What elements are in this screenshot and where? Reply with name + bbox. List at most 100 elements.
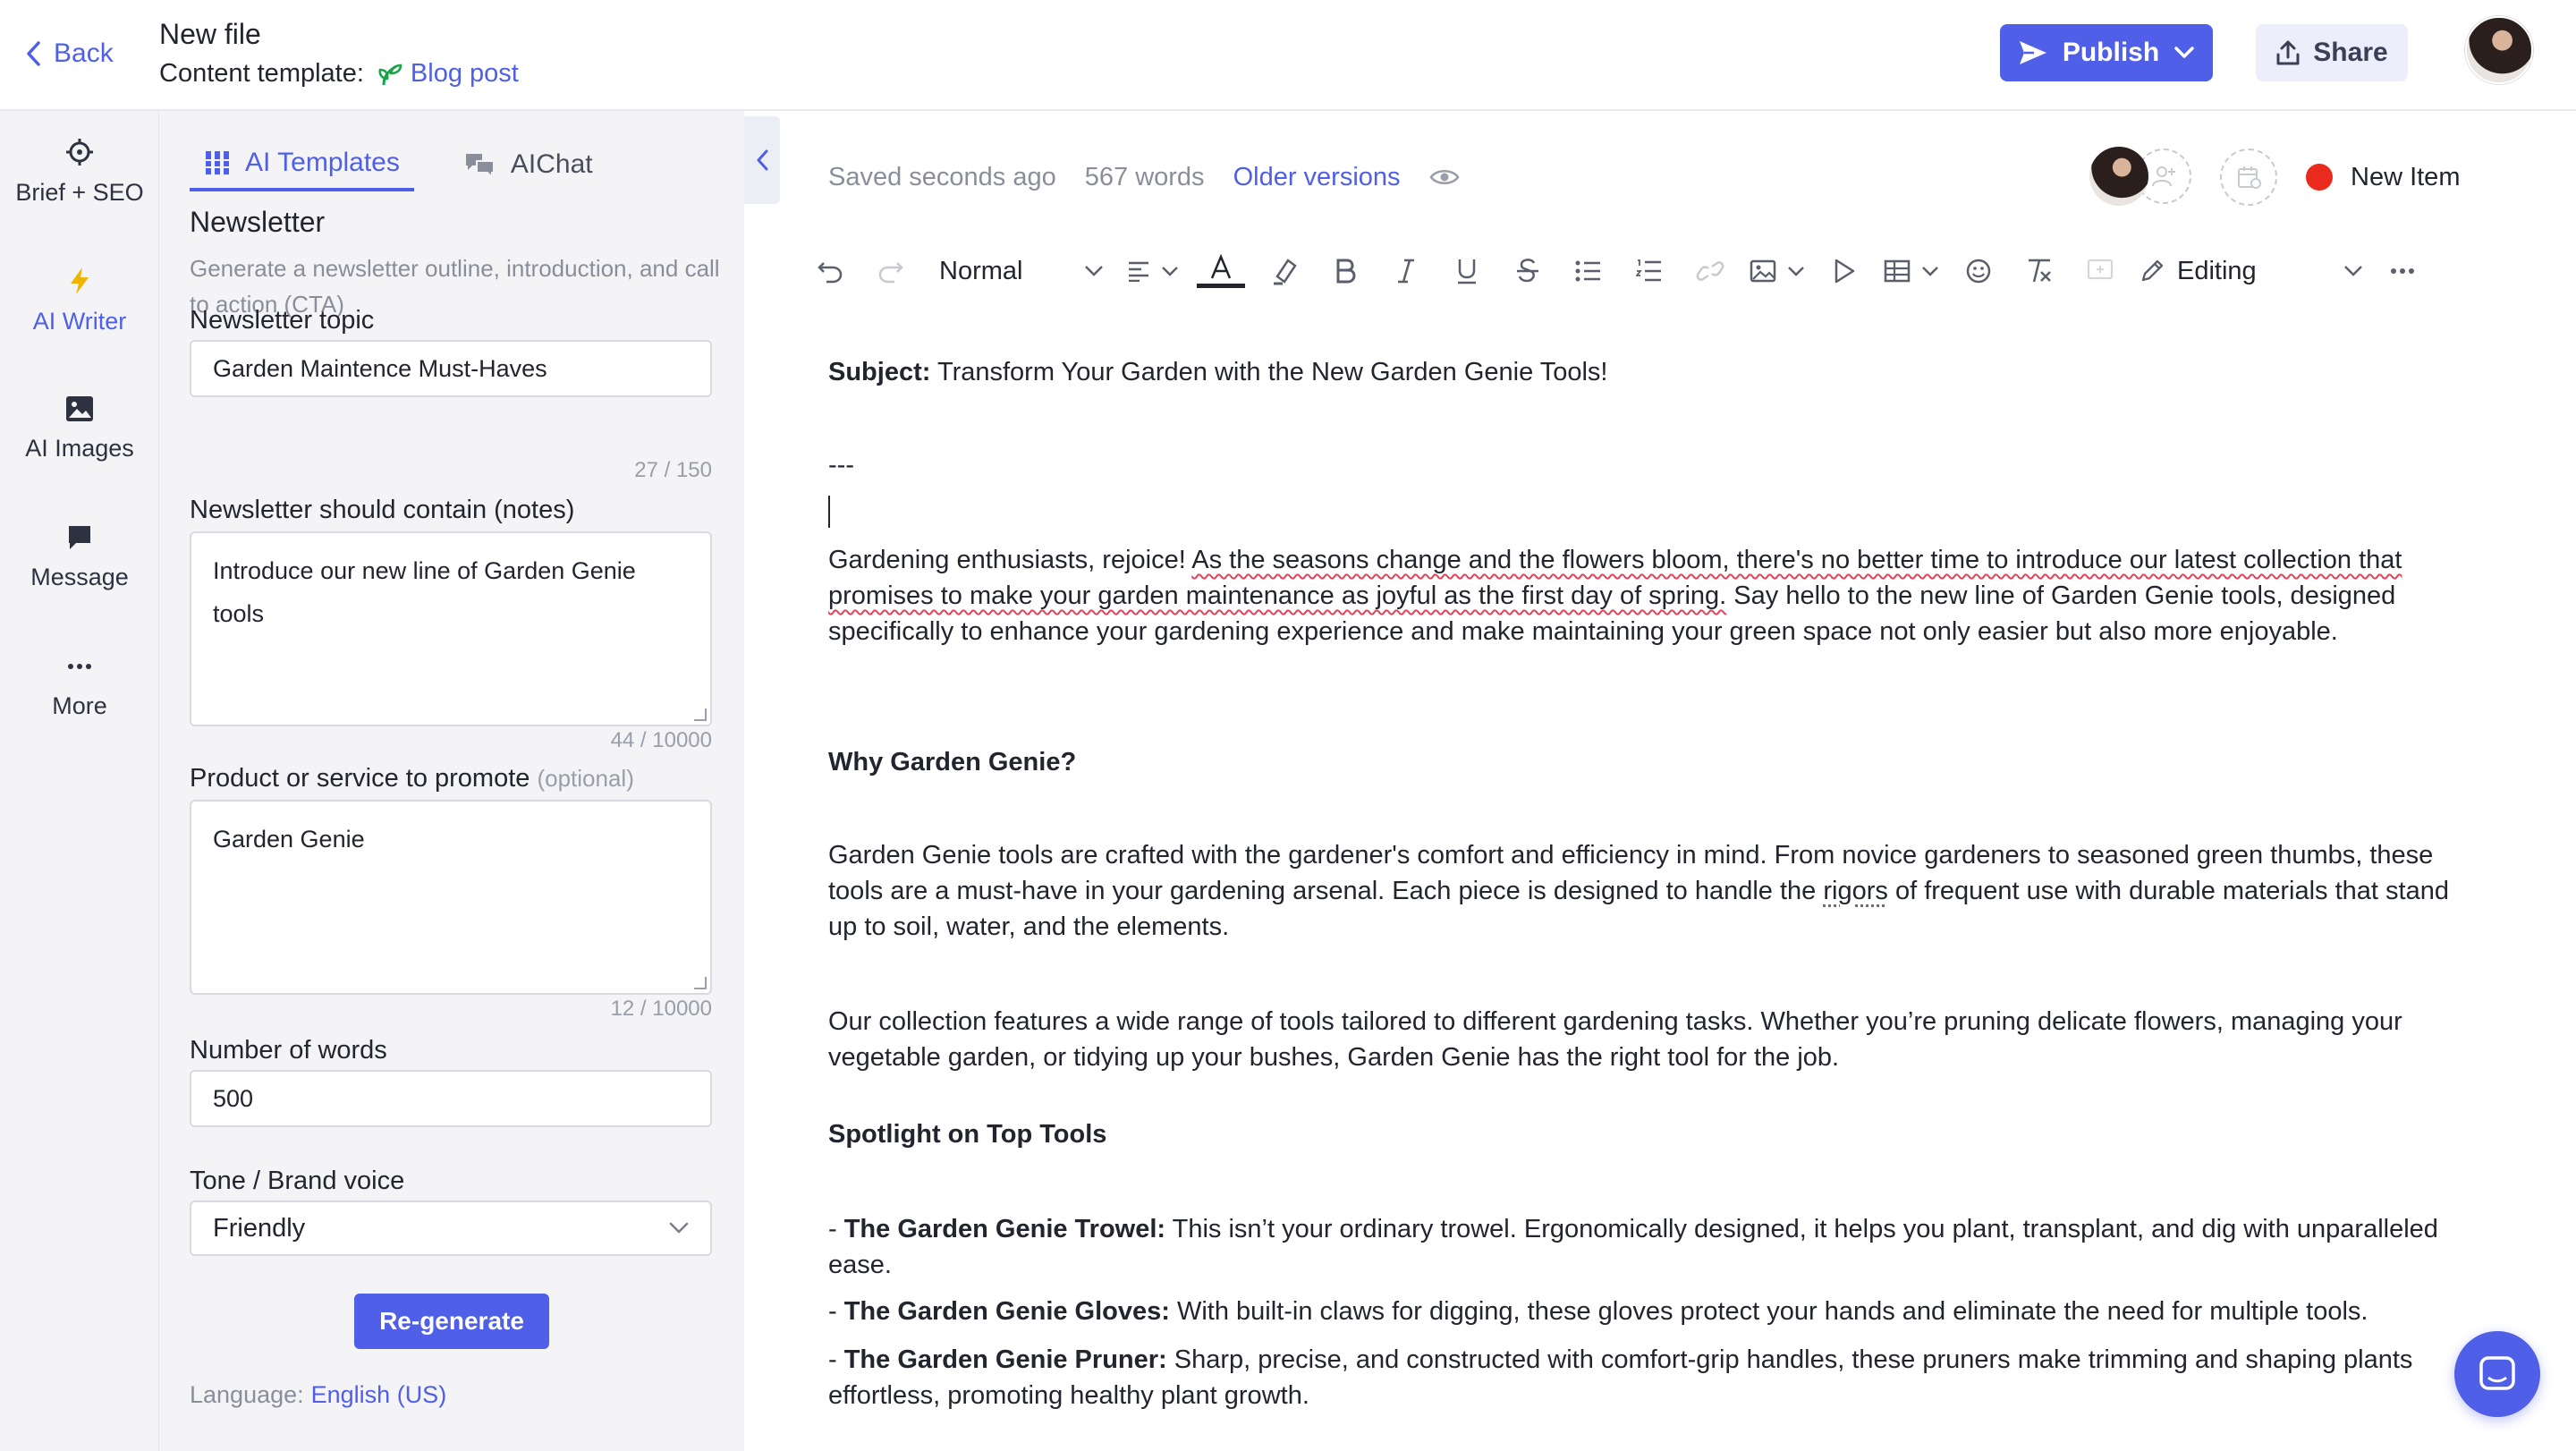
undo-button[interactable] bbox=[809, 246, 852, 296]
number-of-words-input[interactable]: 500 bbox=[190, 1070, 712, 1127]
resize-grip-icon[interactable] bbox=[694, 709, 707, 721]
text-style-value: Normal bbox=[939, 256, 1023, 285]
product-counter: 12 / 10000 bbox=[610, 997, 712, 1021]
template-link[interactable]: Blog post bbox=[377, 59, 519, 89]
top-bar: Back New file Content template: Blog pos… bbox=[0, 0, 2576, 111]
template-heading: Newsletter bbox=[190, 206, 326, 238]
new-item-status[interactable]: New Item bbox=[2306, 157, 2460, 197]
notes-value: Introduce our new line of Garden Genie t… bbox=[213, 557, 636, 627]
publish-button[interactable]: Publish bbox=[2000, 24, 2213, 81]
resize-grip-icon[interactable] bbox=[694, 977, 707, 989]
more-dots-icon bbox=[2390, 267, 2415, 275]
share-label: Share bbox=[2313, 38, 2388, 67]
product-textarea[interactable]: Garden Genie bbox=[190, 800, 712, 995]
tool-prefix: - bbox=[828, 1215, 844, 1243]
back-label: Back bbox=[54, 38, 114, 68]
list-item: - The Garden Genie Trowel: This isn’t yo… bbox=[828, 1211, 2456, 1283]
tone-select[interactable]: Friendly bbox=[190, 1201, 712, 1256]
newsletter-notes-textarea[interactable]: Introduce our new line of Garden Genie t… bbox=[190, 531, 712, 726]
topic-label: Newsletter topic bbox=[190, 306, 375, 335]
bullet-list-icon bbox=[1575, 259, 1602, 283]
more-options-button[interactable] bbox=[2381, 246, 2424, 296]
tab-ai-templates-label: AI Templates bbox=[245, 148, 400, 177]
product-label-text: Product or service to promote bbox=[190, 764, 530, 793]
rail-item-ai-images[interactable]: AI Images bbox=[0, 395, 159, 494]
underline-button[interactable] bbox=[1445, 246, 1488, 296]
editor-status-row: Saved seconds ago 567 words Older versio… bbox=[828, 157, 1460, 197]
editing-mode-select[interactable]: Editing bbox=[2140, 246, 2363, 296]
eye-icon[interactable] bbox=[1429, 166, 1460, 188]
tool-name: The Garden Genie Gloves: bbox=[843, 1297, 1170, 1326]
underline-icon bbox=[1455, 258, 1479, 284]
subject-label: Subject: bbox=[828, 358, 931, 386]
italic-button[interactable] bbox=[1385, 246, 1428, 296]
language-link[interactable]: English (US) bbox=[311, 1381, 447, 1409]
embed-video-button[interactable] bbox=[1823, 246, 1866, 296]
play-icon bbox=[1834, 259, 1855, 284]
templates-grid-icon bbox=[204, 149, 231, 176]
tool-prefix: - bbox=[828, 1345, 844, 1374]
link-button[interactable] bbox=[1689, 246, 1732, 296]
notes-label: Newsletter should contain (notes) bbox=[190, 496, 575, 524]
chevron-down-icon bbox=[1161, 266, 1179, 276]
list-item: - The Garden Genie Pruner: Sharp, precis… bbox=[828, 1342, 2456, 1413]
bullet-list-button[interactable] bbox=[1567, 246, 1610, 296]
tone-label: Tone / Brand voice bbox=[190, 1167, 405, 1195]
insert-image-button[interactable] bbox=[1750, 246, 1805, 296]
undo-icon bbox=[817, 258, 843, 284]
schedule-button[interactable] bbox=[2220, 148, 2277, 206]
product-label: Product or service to promote (optional) bbox=[190, 764, 634, 793]
redo-button[interactable] bbox=[869, 246, 912, 296]
product-value: Garden Genie bbox=[213, 826, 365, 853]
intro-start: Gardening enthusiasts, rejoice! bbox=[828, 546, 1192, 574]
link-icon bbox=[1696, 261, 1724, 281]
editing-mode-group: Editing bbox=[2140, 257, 2257, 286]
list-item: - The Garden Genie Gloves: With built-in… bbox=[828, 1294, 2456, 1329]
comment-button[interactable] bbox=[2079, 246, 2122, 296]
chevron-down-icon bbox=[2343, 265, 2363, 277]
tab-aichat-label: AIChat bbox=[510, 149, 593, 179]
new-item-label: New Item bbox=[2351, 162, 2461, 191]
collaborator-avatar[interactable] bbox=[2089, 147, 2148, 206]
rail-item-ai-writer[interactable]: AI Writer bbox=[0, 267, 159, 365]
support-chat-button[interactable] bbox=[2454, 1331, 2540, 1417]
numbered-list-button[interactable] bbox=[1628, 246, 1671, 296]
rail-label-message: Message bbox=[30, 564, 129, 590]
rail-item-message[interactable]: Message bbox=[0, 524, 159, 623]
user-avatar[interactable] bbox=[2465, 16, 2533, 84]
text-caret bbox=[828, 496, 830, 528]
tab-aichat[interactable]: AIChat bbox=[450, 138, 607, 191]
rail-label-ai-images: AI Images bbox=[25, 435, 134, 462]
text-color-button[interactable] bbox=[1197, 246, 1245, 296]
chat-window-icon bbox=[2478, 1354, 2517, 1394]
editing-mode-value: Editing bbox=[2177, 256, 2257, 285]
editor-toolbar: Normal Editing bbox=[809, 243, 2508, 299]
tab-ai-templates[interactable]: AI Templates bbox=[190, 138, 414, 191]
clear-format-button[interactable] bbox=[2018, 246, 2061, 296]
emoji-button[interactable] bbox=[1957, 246, 2000, 296]
file-title: New file bbox=[159, 18, 261, 50]
highlight-button[interactable] bbox=[1263, 246, 1306, 296]
bold-button[interactable] bbox=[1324, 246, 1367, 296]
clear-format-icon bbox=[2025, 258, 2054, 284]
rail-item-more[interactable]: More bbox=[0, 653, 159, 751]
older-versions-link[interactable]: Older versions bbox=[1233, 163, 1401, 192]
spotlight-heading-text: Spotlight on Top Tools bbox=[828, 1120, 1107, 1149]
rail-item-brief-seo[interactable]: Brief + SEO bbox=[0, 138, 159, 236]
image-icon bbox=[65, 395, 94, 422]
collapse-panel-button[interactable] bbox=[744, 116, 780, 204]
share-button[interactable]: Share bbox=[2256, 24, 2408, 81]
strikethrough-button[interactable] bbox=[1506, 246, 1549, 296]
align-button[interactable] bbox=[1127, 246, 1179, 296]
text-style-select[interactable]: Normal bbox=[930, 246, 1109, 296]
insert-table-button[interactable] bbox=[1884, 246, 1939, 296]
separator-line: --- bbox=[828, 451, 854, 479]
back-button[interactable]: Back bbox=[25, 34, 114, 73]
topic-counter: 27 / 150 bbox=[634, 458, 712, 482]
regenerate-button[interactable]: Re-generate bbox=[354, 1294, 549, 1349]
strikethrough-icon bbox=[1515, 258, 1540, 284]
add-user-icon bbox=[2150, 163, 2177, 190]
newsletter-topic-input[interactable]: Garden Maintence Must-Haves bbox=[190, 340, 712, 397]
align-left-icon bbox=[1127, 260, 1150, 282]
chat-bubbles-icon bbox=[464, 151, 496, 178]
